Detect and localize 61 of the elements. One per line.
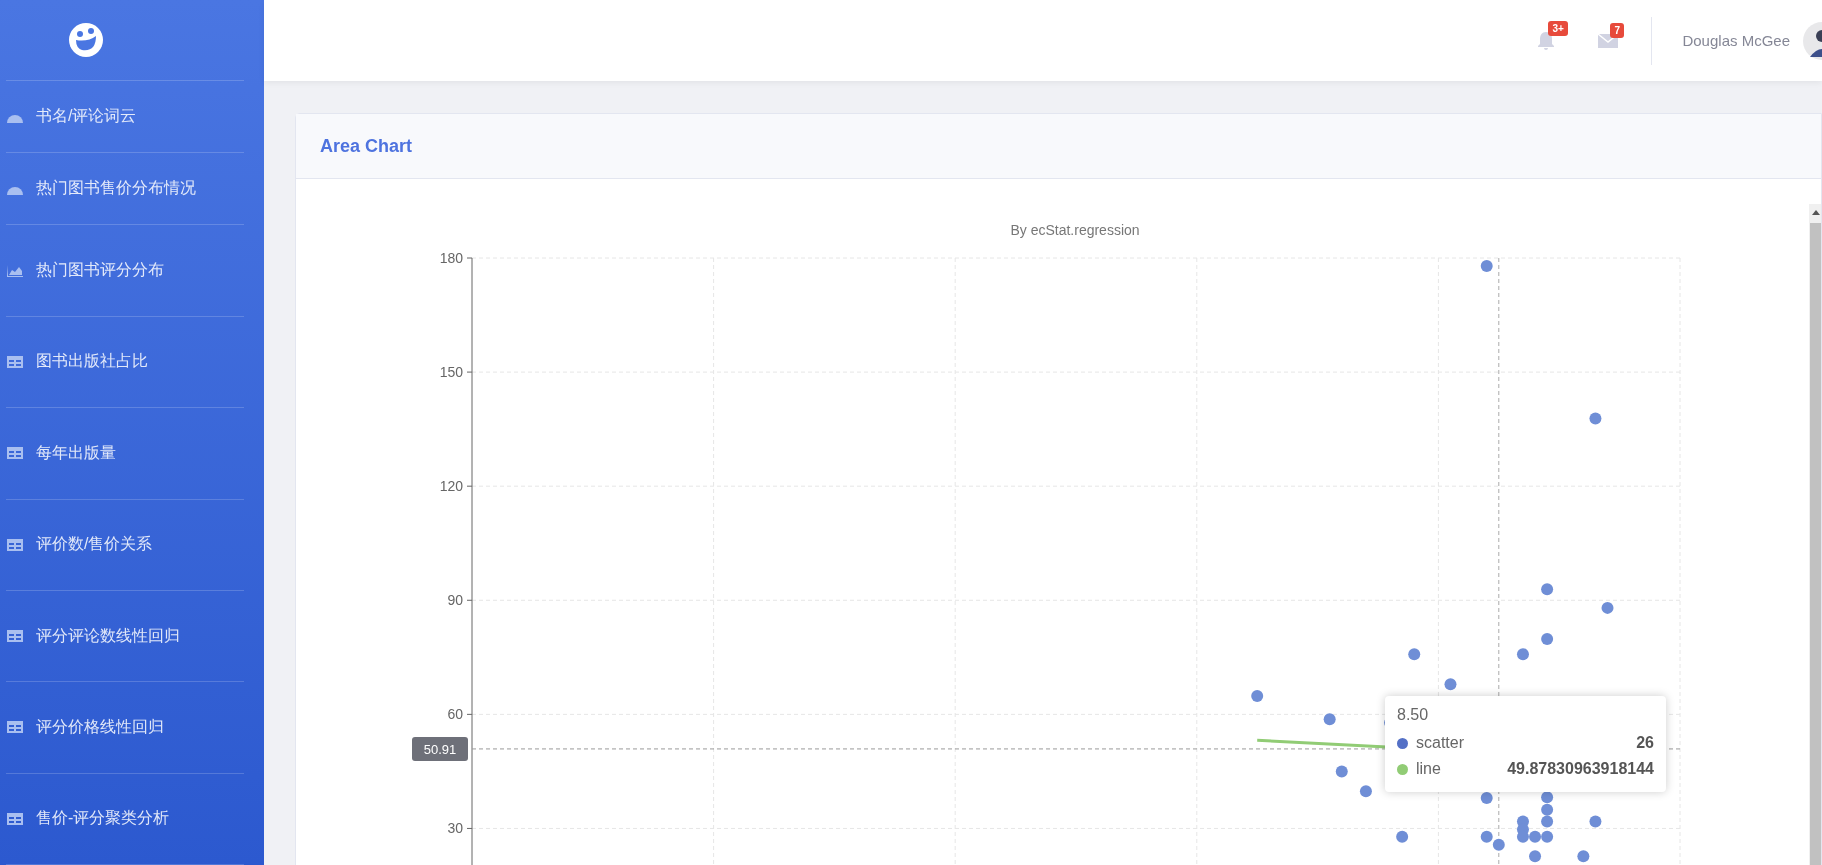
sidebar-item[interactable]: 售价-评分聚类分析 [6,773,244,865]
chart-subtitle: By ecStat.regression [1010,222,1140,238]
data-point [1516,830,1529,843]
data-point [1492,838,1505,851]
data-point [1541,830,1554,843]
data-point [1529,830,1542,843]
card-title: Area Chart [320,135,413,157]
sidebar-item[interactable]: 图书出版社占比 [6,316,244,409]
data-point [1251,690,1264,703]
table-icon [6,629,24,644]
data-point [1529,850,1542,863]
series-name: scatter [1416,733,1464,753]
data-point [1589,815,1602,828]
table-icon [6,446,24,461]
sidebar-item[interactable]: 热门图书售价分布情况 [6,152,244,226]
sidebar-item[interactable]: 评分价格线性回归 [6,682,244,774]
data-point [1541,803,1554,816]
axis-label: 90 [447,592,463,609]
table-icon [6,811,24,826]
data-point [1541,583,1554,596]
sidebar-item[interactable]: 每年出版量 [6,408,244,500]
bell-icon[interactable] [1537,30,1556,51]
data-point [1577,850,1590,863]
data-point [1444,678,1457,691]
table-icon [6,720,24,735]
sidebar-item[interactable]: 书名/评论词云 [6,81,244,153]
data-point [1541,815,1554,828]
axis-pointer-label: 50.91 [412,736,468,761]
sidebar-item[interactable]: 热门图书评分分布 [6,225,244,317]
data-point [1541,633,1554,646]
data-point [1516,648,1529,661]
data-point [1396,830,1409,843]
user-name[interactable]: Douglas McGee [1682,32,1790,49]
axis-label: 150 [439,364,463,381]
tooltip-title: 8.50 [1397,706,1430,724]
scrollbar[interactable] [1809,204,1821,865]
data-point [1335,765,1348,778]
table-icon [6,537,24,552]
data-point [1541,791,1554,804]
data-point [1480,792,1493,805]
notification-badge: 3+ [1548,20,1568,36]
message-badge: 7 [1610,22,1624,38]
series-value: 49.87830963918144 [1507,759,1654,779]
data-point [1601,601,1614,614]
sidebar-item[interactable]: 评分评论数线性回归 [6,590,244,683]
data-point [1408,648,1421,661]
axis-label: 60 [447,706,463,723]
axis-label: 180 [439,250,463,266]
series-name: line [1416,759,1441,779]
data-point [1589,412,1602,425]
series-value: 26 [1636,733,1654,753]
axis-label: 30 [447,820,463,837]
smiley-logo-icon [68,22,104,59]
scroll-up-icon[interactable] [1812,210,1820,215]
axis-label: 120 [439,478,463,495]
table-icon [6,354,24,369]
data-point [1359,785,1372,798]
data-point [1323,713,1336,726]
sidebar-item[interactable]: 评价数/售价关系 [6,499,244,591]
data-point [1480,830,1493,843]
data-point [1480,260,1493,272]
